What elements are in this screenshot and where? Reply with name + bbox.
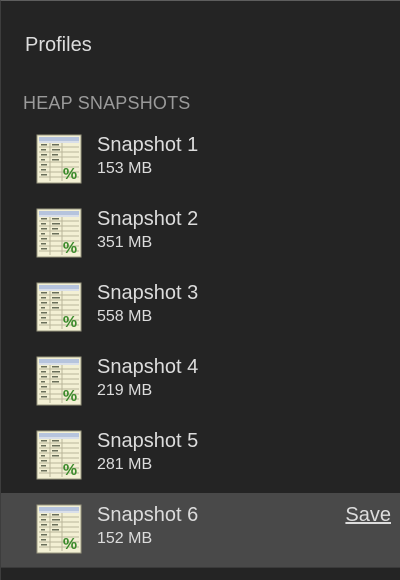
snapshot-item[interactable]: Snapshot 2 351 MB: [1, 197, 400, 271]
snapshot-item[interactable]: Snapshot 1 153 MB: [1, 123, 400, 197]
heap-snapshot-icon: [36, 282, 82, 332]
snapshot-size: 152 MB: [97, 530, 153, 547]
snapshot-item[interactable]: Snapshot 5 281 MB: [1, 419, 400, 493]
snapshot-item-selected[interactable]: Snapshot 6 152 MB Save: [1, 493, 400, 567]
heap-snapshot-icon: [36, 208, 82, 258]
snapshot-name: Snapshot 6: [97, 504, 199, 526]
snapshot-size: 281 MB: [97, 456, 153, 473]
snapshot-name: Snapshot 1: [97, 134, 199, 156]
snapshot-name: Snapshot 3: [97, 282, 199, 304]
heap-snapshot-icon: [36, 356, 82, 406]
save-link[interactable]: Save: [345, 504, 391, 527]
bottom-divider: [1, 567, 400, 568]
section-header-heap-snapshots: HEAP SNAPSHOTS: [23, 93, 191, 113]
profiles-panel: Profiles HEAP SNAPSHOTS Snapshot 1 153 M…: [0, 0, 400, 580]
heap-snapshot-icon: [36, 504, 82, 554]
snapshot-size: 153 MB: [97, 160, 153, 177]
panel-title: Profiles: [25, 34, 92, 56]
snapshot-item[interactable]: Snapshot 3 558 MB: [1, 271, 400, 345]
snapshot-item[interactable]: Snapshot 4 219 MB: [1, 345, 400, 419]
heap-snapshot-icon: [36, 134, 82, 184]
snapshot-size: 558 MB: [97, 308, 153, 325]
heap-snapshot-icon: [36, 430, 82, 480]
snapshot-size: 219 MB: [97, 382, 153, 399]
snapshot-name: Snapshot 2: [97, 208, 199, 230]
snapshot-size: 351 MB: [97, 234, 153, 251]
snapshot-name: Snapshot 5: [97, 430, 199, 452]
snapshot-list: Snapshot 1 153 MB Snapshot 2 351 MB Snap…: [1, 123, 400, 567]
snapshot-name: Snapshot 4: [97, 356, 199, 378]
